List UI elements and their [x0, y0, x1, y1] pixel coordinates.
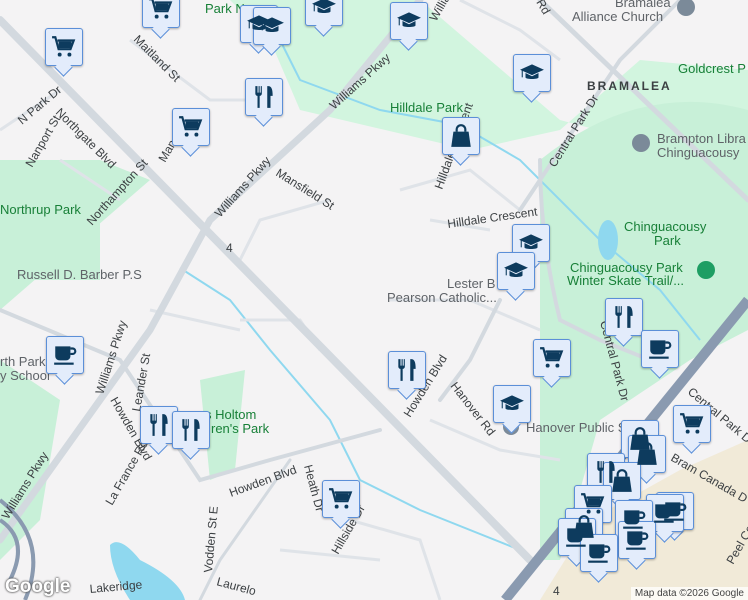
marker-cafe[interactable]	[618, 521, 656, 559]
park-pin-icon[interactable]	[697, 261, 715, 279]
marker-grocery[interactable]	[533, 339, 571, 377]
coffee-icon	[647, 336, 673, 362]
marker-grocery[interactable]	[45, 28, 83, 66]
label-library-1: Brampton Libra	[657, 131, 747, 146]
marker-school[interactable]	[305, 0, 343, 26]
shopping-cart-icon	[148, 0, 174, 22]
school-icon	[311, 0, 337, 20]
label-church-2: Alliance Church	[572, 9, 663, 24]
label-chinguacousy-park-2: Park	[654, 233, 681, 248]
label-bramalea: BRAMALEA	[587, 79, 672, 93]
label-park-n: Park N	[205, 1, 245, 16]
marker-school[interactable]	[253, 7, 291, 45]
marker-restaurant[interactable]	[245, 78, 283, 116]
label-holtom-park-2: ren's Park	[211, 421, 270, 436]
shopping-cart-icon	[539, 345, 565, 371]
label-williams-pkwy-1: Williams Pkwy	[212, 154, 274, 220]
marker-grocery[interactable]	[142, 0, 180, 28]
label-rd: Rd	[533, 0, 553, 17]
marker-grocery[interactable]	[322, 480, 360, 518]
restaurant-icon	[611, 304, 637, 330]
label-laurelo: Laurelo	[215, 574, 258, 598]
label-lester-b-2: Pearson Catholic...	[387, 290, 497, 305]
shopping-bag-icon	[448, 123, 474, 149]
label-skate-trail-2: Winter Skate Trail/...	[567, 273, 684, 288]
church-icon[interactable]	[677, 0, 695, 16]
shopping-bag-icon	[634, 441, 660, 467]
route-4-shield-2: 4	[553, 584, 560, 598]
coffee-icon	[624, 527, 650, 553]
label-hilldale-park: Hilldale Park	[390, 100, 463, 115]
school-icon	[259, 13, 285, 39]
school-icon	[396, 8, 422, 34]
label-northrup-park: Northrup Park	[0, 202, 81, 217]
marker-cafe[interactable]	[46, 336, 84, 374]
restaurant-icon	[178, 417, 204, 443]
pond	[598, 220, 618, 260]
label-la-france-rd: La France Rd	[102, 438, 150, 508]
label-chinguacousy-park-1: Chinguacousy	[624, 219, 707, 234]
label-maitland-st: Maitland St	[131, 32, 184, 85]
label-goldcrest: Goldcrest P	[678, 61, 746, 76]
marker-school[interactable]	[493, 385, 531, 423]
school-icon	[519, 60, 545, 86]
school-icon	[499, 391, 525, 417]
marker-school[interactable]	[497, 252, 535, 290]
restaurant-icon	[394, 357, 420, 383]
shopping-cart-icon	[328, 486, 354, 512]
marker-cafe[interactable]	[641, 330, 679, 368]
google-logo: Google	[5, 576, 71, 597]
marker-shopping[interactable]	[442, 117, 480, 155]
label-north-park-school-2: y School	[0, 368, 50, 383]
school-icon	[503, 258, 529, 284]
shopping-bag-icon	[609, 468, 635, 494]
restaurant-icon	[146, 412, 172, 438]
marker-restaurant[interactable]	[172, 411, 210, 449]
marker-cafe[interactable]	[580, 534, 618, 572]
marker-school[interactable]	[390, 2, 428, 40]
library-icon[interactable]	[632, 134, 650, 152]
marker-school[interactable]	[513, 54, 551, 92]
label-holtom-park-1: s Holtom	[205, 407, 256, 422]
shopping-cart-icon	[51, 34, 77, 60]
shopping-cart-icon	[679, 411, 705, 437]
coffee-icon	[586, 540, 612, 566]
coffee-icon	[52, 342, 78, 368]
label-library-2: Chinguacousy	[657, 145, 740, 160]
coffee-icon	[652, 500, 678, 526]
map-attribution[interactable]: Map data ©2026 Google	[630, 587, 748, 600]
route-4-shield: 4	[226, 241, 233, 255]
marker-restaurant[interactable]	[605, 298, 643, 336]
school-icon	[518, 230, 544, 256]
label-russell-barber-ps: Russell D. Barber P.S	[17, 267, 142, 282]
marker-grocery[interactable]	[172, 108, 210, 146]
shopping-cart-icon	[178, 114, 204, 140]
label-lester-b-1: Lester B	[447, 276, 495, 291]
label-north-park-school-1: rth Park	[0, 354, 46, 369]
restaurant-icon	[251, 84, 277, 110]
marker-restaurant[interactable]	[388, 351, 426, 389]
marker-grocery[interactable]	[673, 405, 711, 443]
